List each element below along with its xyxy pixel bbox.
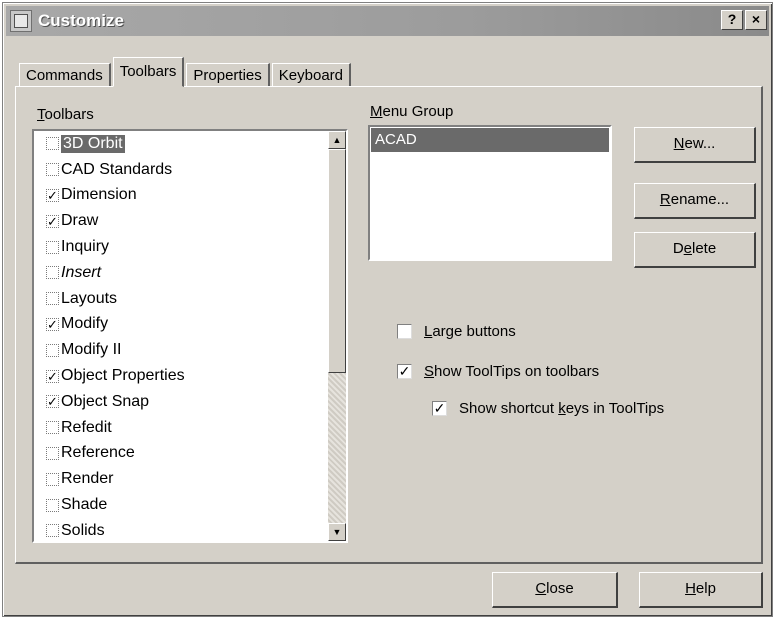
- large-buttons-option[interactable]: Large buttons: [397, 323, 516, 340]
- help-icon[interactable]: ?: [721, 10, 743, 30]
- toolbar-list-item-label: Dimension: [61, 186, 137, 204]
- tab-commands[interactable]: Commands: [19, 63, 111, 87]
- menu-group-item[interactable]: ACAD: [371, 128, 609, 152]
- unchecked-checkbox-icon[interactable]: [46, 343, 59, 357]
- show-shortcut-keys-checkbox[interactable]: ✓: [432, 401, 447, 416]
- unchecked-checkbox-icon[interactable]: [46, 266, 59, 280]
- toolbar-list-item[interactable]: Solids: [34, 518, 326, 541]
- close-button[interactable]: Close: [492, 572, 618, 608]
- show-tooltips-option[interactable]: ✓ Show ToolTips on toolbars: [397, 363, 599, 380]
- toolbar-list-item[interactable]: Insert: [34, 260, 326, 286]
- unchecked-checkbox-icon[interactable]: [46, 421, 59, 435]
- rename-button[interactable]: Rename...: [634, 183, 756, 219]
- tab-keyboard[interactable]: Keyboard: [271, 63, 351, 87]
- unchecked-checkbox-icon[interactable]: [46, 240, 59, 254]
- checked-checkbox-icon[interactable]: ✓: [46, 369, 59, 383]
- unchecked-checkbox-icon[interactable]: [46, 163, 59, 177]
- toolbar-list-item[interactable]: ✓ Modify: [34, 312, 326, 338]
- toolbar-list-item-label: Modify II: [61, 341, 122, 359]
- toolbar-list-item[interactable]: Layouts: [34, 286, 326, 312]
- toolbar-list-item[interactable]: Modify II: [34, 337, 326, 363]
- toolbar-list-item-label: Insert: [61, 263, 102, 281]
- menu-group-listbox[interactable]: ACAD: [368, 125, 612, 261]
- toolbar-list-item[interactable]: ✓ Object Snap: [34, 389, 326, 415]
- close-icon[interactable]: ×: [745, 10, 767, 30]
- show-shortcut-keys-option[interactable]: ✓ Show shortcut keys in ToolTips: [432, 400, 664, 417]
- checked-checkbox-icon[interactable]: ✓: [46, 214, 59, 228]
- unchecked-checkbox-icon[interactable]: [46, 524, 59, 538]
- new-button[interactable]: New...: [634, 127, 756, 163]
- toolbar-list-item-label: Object Properties: [61, 367, 185, 385]
- checked-checkbox-icon[interactable]: ✓: [46, 395, 59, 409]
- title-bar[interactable]: Customize ? ×: [6, 6, 769, 36]
- toolbar-list-item-label: Layouts: [61, 289, 118, 307]
- toolbar-list-item-label: Modify: [61, 315, 109, 333]
- customize-dialog: Customize ? × Commands Toolbars Properti…: [2, 2, 773, 617]
- show-tooltips-checkbox[interactable]: ✓: [397, 364, 412, 379]
- scroll-up-icon[interactable]: ▲: [328, 131, 346, 149]
- toolbar-list-item[interactable]: ✓ Dimension: [34, 183, 326, 209]
- toolbars-scrollbar[interactable]: ▲ ▼: [328, 131, 346, 541]
- toolbar-list-item[interactable]: ✓ Object Properties: [34, 363, 326, 389]
- show-shortcut-keys-label: Show shortcut keys in ToolTips: [459, 400, 665, 417]
- toolbar-list-item-label: Inquiry: [61, 238, 110, 256]
- large-buttons-checkbox[interactable]: [397, 324, 412, 339]
- toolbar-list-item[interactable]: ✓ Draw: [34, 208, 326, 234]
- unchecked-checkbox-icon[interactable]: [46, 137, 59, 151]
- toolbar-list-item[interactable]: Refedit: [34, 415, 326, 441]
- toolbar-list-item-label: 3D Orbit: [61, 134, 125, 153]
- toolbar-list-item[interactable]: 3D Orbit: [34, 131, 326, 157]
- toolbars-list: 3D Orbit CAD Standards ✓ Dimension ✓ Draw Inqu…: [34, 131, 326, 541]
- unchecked-checkbox-icon[interactable]: [46, 498, 59, 512]
- tab-strip: Commands Toolbars Properties Keyboard: [19, 53, 353, 87]
- delete-button[interactable]: Delete: [634, 232, 756, 268]
- show-tooltips-label: Show ToolTips on toolbars: [424, 363, 600, 380]
- scroll-down-icon[interactable]: ▼: [328, 523, 346, 541]
- unchecked-checkbox-icon[interactable]: [46, 472, 59, 486]
- app-icon: [10, 10, 32, 32]
- toolbars-listbox[interactable]: 3D Orbit CAD Standards ✓ Dimension ✓ Draw Inqu…: [32, 129, 348, 543]
- unchecked-checkbox-icon[interactable]: [46, 446, 59, 460]
- tab-toolbars[interactable]: Toolbars: [112, 57, 185, 87]
- toolbar-list-item-label: Object Snap: [61, 392, 150, 410]
- toolbar-list-item[interactable]: Shade: [34, 492, 326, 518]
- toolbar-list-item[interactable]: CAD Standards: [34, 157, 326, 183]
- toolbar-list-item-label: Reference: [61, 444, 135, 462]
- toolbar-list-item-label: CAD Standards: [61, 160, 173, 178]
- checked-checkbox-icon[interactable]: ✓: [46, 188, 59, 202]
- checked-checkbox-icon[interactable]: ✓: [46, 317, 59, 331]
- toolbar-list-item-label: Draw: [61, 212, 99, 230]
- tab-properties[interactable]: Properties: [186, 63, 270, 87]
- toolbars-list-label: Toolbars: [37, 106, 94, 123]
- toolbar-list-item-label: Shade: [61, 496, 108, 514]
- toolbar-list-item[interactable]: Inquiry: [34, 234, 326, 260]
- toolbar-list-item[interactable]: Render: [34, 466, 326, 492]
- large-buttons-label: Large buttons: [424, 323, 516, 340]
- window-title: Customize: [38, 11, 124, 30]
- toolbar-list-item[interactable]: Reference: [34, 441, 326, 467]
- unchecked-checkbox-icon[interactable]: [46, 292, 59, 306]
- toolbar-list-item-label: Render: [61, 470, 114, 488]
- help-button[interactable]: Help: [639, 572, 763, 608]
- menu-group-label: Menu Group: [370, 103, 454, 120]
- toolbar-list-item-label: Solids: [61, 521, 105, 539]
- toolbar-list-item-label: Refedit: [61, 418, 112, 436]
- scrollbar-thumb[interactable]: [328, 149, 346, 373]
